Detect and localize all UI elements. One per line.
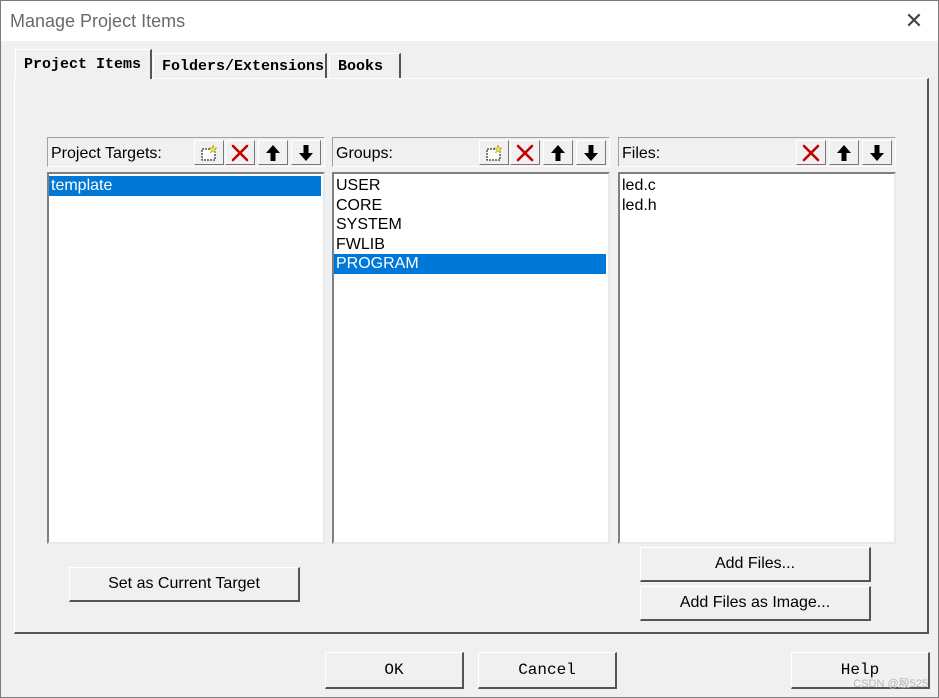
tab-folders-extensions[interactable]: Folders/Extensions bbox=[153, 53, 327, 79]
dialog-title: Manage Project Items bbox=[10, 11, 186, 31]
close-button[interactable]: ✕ bbox=[890, 1, 938, 41]
move-target-up-button[interactable] bbox=[258, 140, 288, 165]
group-list-item-fwlib[interactable]: FWLIB bbox=[334, 235, 608, 255]
move-file-up-button[interactable] bbox=[829, 140, 859, 165]
file-list-item-led-h[interactable]: led.h bbox=[620, 196, 894, 216]
file-list-item-led-c[interactable]: led.c bbox=[620, 176, 894, 196]
tab-label: Books bbox=[338, 58, 384, 75]
delete-target-button[interactable] bbox=[225, 140, 255, 165]
new-target-button[interactable] bbox=[194, 140, 224, 165]
delete-x-icon bbox=[802, 144, 820, 161]
delete-group-button[interactable] bbox=[510, 140, 540, 165]
close-icon: ✕ bbox=[904, 8, 924, 33]
button-label: Add Files... bbox=[714, 555, 796, 572]
button-label: Cancel bbox=[518, 661, 576, 679]
tab-project-items[interactable]: Project Items bbox=[15, 49, 152, 79]
add-files-as-image-button[interactable]: Add Files as Image... bbox=[640, 586, 871, 621]
tab-label: Folders/Extensions bbox=[162, 58, 325, 75]
move-group-up-button[interactable] bbox=[543, 140, 573, 165]
targets-header: Project Targets: bbox=[47, 137, 325, 167]
ok-button[interactable]: OK bbox=[325, 652, 464, 689]
tab-label: Project Items bbox=[24, 56, 142, 73]
cancel-button[interactable]: Cancel bbox=[478, 652, 617, 689]
group-list-item-program[interactable]: PROGRAM bbox=[334, 254, 606, 274]
move-group-down-button[interactable] bbox=[576, 140, 606, 165]
title-bar: Manage Project Items ✕ bbox=[1, 1, 938, 41]
files-label: Files: bbox=[622, 145, 661, 162]
button-label: OK bbox=[384, 661, 404, 679]
watermark: CSDN @殷525 bbox=[853, 678, 928, 690]
add-files-button[interactable]: Add Files... bbox=[640, 547, 871, 582]
button-label: Set as Current Target bbox=[108, 575, 260, 592]
delete-file-button[interactable] bbox=[796, 140, 826, 165]
move-file-down-button[interactable] bbox=[862, 140, 892, 165]
groups-listbox[interactable]: USER CORE SYSTEM FWLIB PROGRAM bbox=[332, 172, 610, 544]
groups-label: Groups: bbox=[336, 145, 393, 162]
new-item-icon bbox=[486, 143, 503, 160]
set-as-current-target-button[interactable]: Set as Current Target bbox=[69, 567, 300, 602]
target-list-item-template[interactable]: template bbox=[49, 176, 321, 196]
move-target-down-button[interactable] bbox=[291, 140, 321, 165]
move-up-icon bbox=[837, 144, 851, 161]
delete-x-icon bbox=[516, 144, 534, 161]
delete-x-icon bbox=[231, 144, 249, 161]
targets-label: Project Targets: bbox=[51, 145, 162, 162]
group-list-item-core[interactable]: CORE bbox=[334, 196, 608, 216]
groups-header: Groups: bbox=[332, 137, 610, 167]
manage-project-items-dialog: Manage Project Items ✕ Project Items Fol… bbox=[0, 0, 939, 698]
move-down-icon bbox=[870, 144, 884, 161]
new-group-button[interactable] bbox=[479, 140, 509, 165]
move-up-icon bbox=[266, 144, 280, 161]
button-label: Add Files as Image... bbox=[679, 594, 831, 611]
targets-listbox[interactable]: template bbox=[47, 172, 325, 544]
move-up-icon bbox=[551, 144, 565, 161]
move-down-icon bbox=[299, 144, 313, 161]
new-item-icon bbox=[201, 143, 218, 160]
move-down-icon bbox=[584, 144, 598, 161]
group-list-item-user[interactable]: USER bbox=[334, 176, 608, 196]
tab-books[interactable]: Books bbox=[329, 53, 401, 79]
files-listbox[interactable]: led.c led.h bbox=[618, 172, 896, 544]
group-list-item-system[interactable]: SYSTEM bbox=[334, 215, 608, 235]
files-header: Files: bbox=[618, 137, 896, 167]
